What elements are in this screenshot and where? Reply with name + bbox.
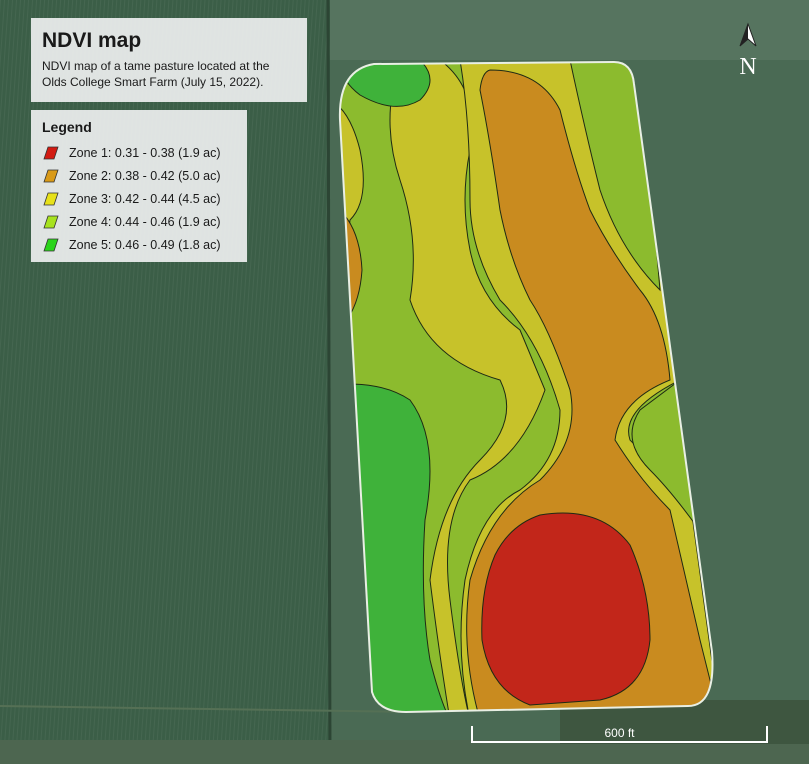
legend-item-label: Zone 3: 0.42 - 0.44 (4.5 ac): [69, 191, 221, 206]
zone-swatch-icon: [43, 215, 59, 228]
legend-item: Zone 1: 0.31 - 0.38 (1.9 ac): [42, 141, 236, 164]
subtitle-line-2: Olds College Smart Farm (July 15, 2022).: [42, 75, 264, 89]
legend-item-label: Zone 2: 0.38 - 0.42 (5.0 ac): [69, 168, 221, 183]
legend-item-label: Zone 1: 0.31 - 0.38 (1.9 ac): [69, 145, 221, 160]
zone-swatch-icon: [43, 192, 59, 205]
scale-bar: 600 ft: [471, 726, 768, 746]
legend-panel: Legend Zone 1: 0.31 - 0.38 (1.9 ac) Zone …: [31, 110, 247, 262]
scale-line: [471, 741, 768, 743]
north-label: N: [739, 54, 757, 80]
legend-title: Legend: [42, 119, 92, 135]
legend-list: Zone 1: 0.31 - 0.38 (1.9 ac) Zone 2: 0.38…: [42, 141, 236, 256]
legend-item: Zone 2: 0.38 - 0.42 (5.0 ac): [42, 164, 236, 187]
zone-swatch-icon: [43, 169, 59, 182]
subtitle-line-1: NDVI map of a tame pasture located at th…: [42, 59, 270, 73]
zone-swatch-icon: [43, 146, 59, 159]
field-boundary-line: [326, 0, 332, 764]
legend-item-label: Zone 5: 0.46 - 0.49 (1.8 ac): [69, 237, 221, 252]
title-panel: NDVI map NDVI map of a tame pasture loca…: [31, 18, 307, 102]
legend-item: Zone 5: 0.46 - 0.49 (1.8 ac): [42, 233, 236, 256]
legend-item-label: Zone 4: 0.44 - 0.46 (1.9 ac): [69, 214, 221, 229]
zone-1-red: [481, 512, 651, 706]
legend-item: Zone 4: 0.44 - 0.46 (1.9 ac): [42, 210, 236, 233]
ndvi-map: NDVI map NDVI map of a tame pasture loca…: [0, 0, 809, 764]
north-arrow: N: [734, 22, 762, 80]
scale-label: 600 ft: [604, 726, 635, 740]
legend-item: Zone 3: 0.42 - 0.44 (4.5 ac): [42, 187, 236, 210]
map-title: NDVI map: [42, 29, 142, 52]
north-arrow-icon: [739, 22, 757, 47]
map-subtitle: NDVI map of a tame pasture located at th…: [42, 58, 296, 90]
zone-swatch-icon: [43, 238, 59, 251]
